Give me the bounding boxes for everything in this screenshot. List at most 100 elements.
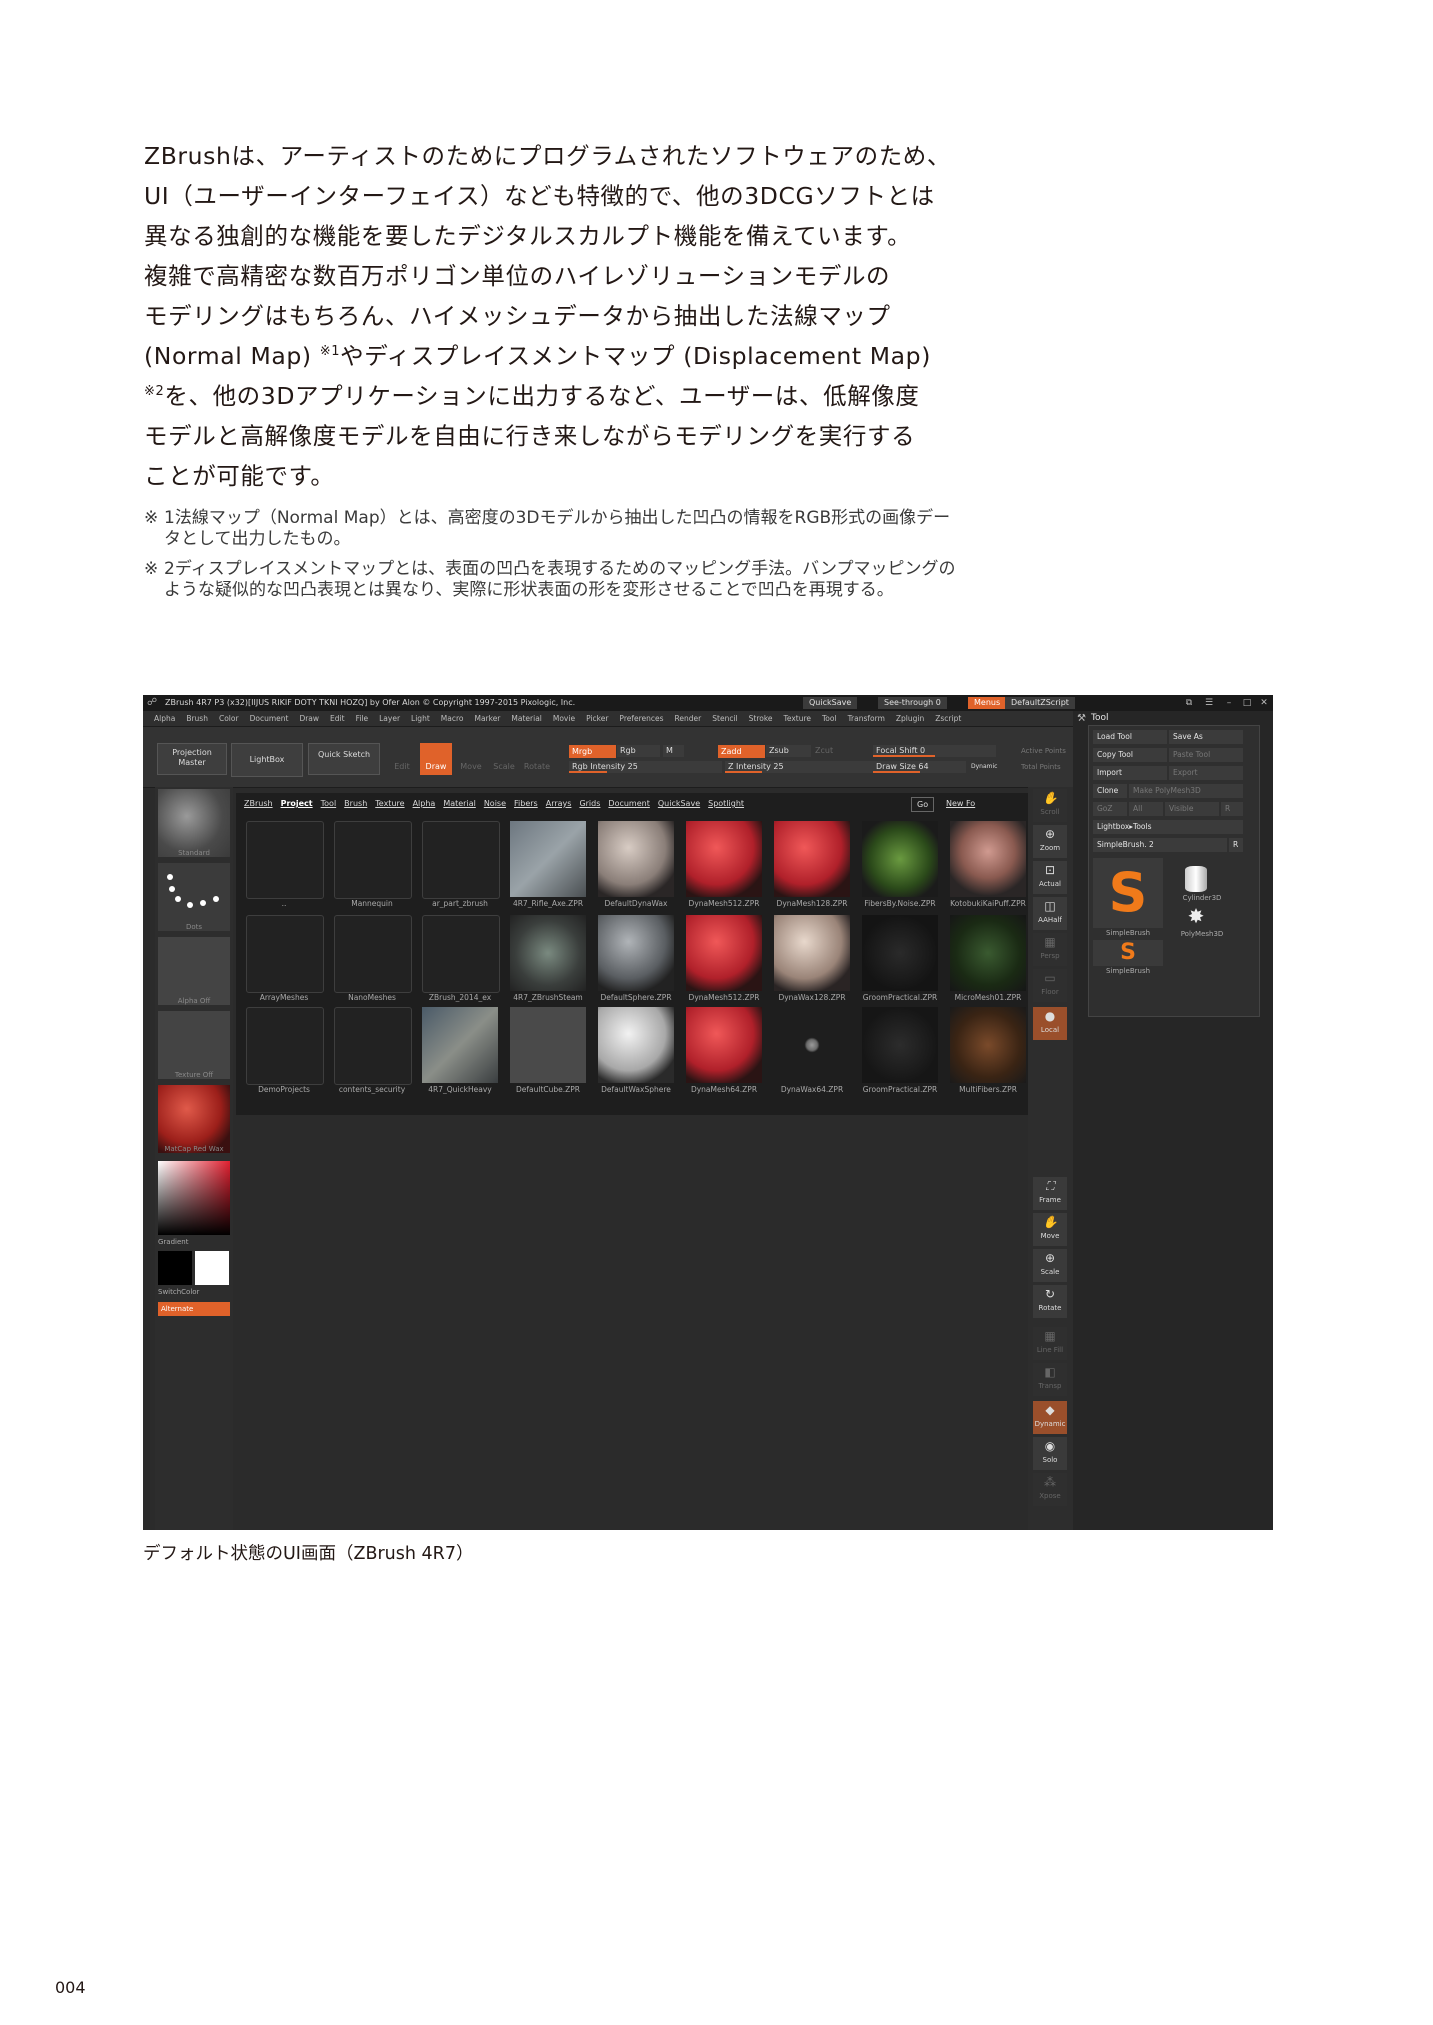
menu-item[interactable]: Stencil [712, 711, 737, 726]
folder-tile[interactable] [334, 821, 412, 899]
zcut-button[interactable]: Zcut [812, 745, 845, 757]
menu-item[interactable]: Macro [441, 711, 464, 726]
tab-brush[interactable]: Brush [344, 793, 367, 815]
project-thumbnail[interactable] [950, 821, 1026, 897]
folder-tile[interactable] [422, 821, 500, 899]
edit-button[interactable]: Edit [387, 743, 417, 775]
folder-tile[interactable] [246, 915, 324, 993]
project-thumbnail[interactable] [774, 1007, 850, 1083]
focal-shift-slider[interactable]: Focal Shift 0 [873, 745, 996, 757]
project-thumbnail[interactable] [510, 1007, 586, 1083]
new-folder-button[interactable]: New Fo [941, 797, 980, 810]
tab-quicksave[interactable]: QuickSave [658, 793, 700, 815]
rotate-view-button[interactable]: ↻ Rotate [1033, 1285, 1067, 1318]
project-thumbnail[interactable] [686, 1007, 762, 1083]
persp-button[interactable]: ▦ Persp [1033, 933, 1067, 966]
m-button[interactable]: M [663, 745, 684, 757]
move-button[interactable]: Move [456, 743, 486, 775]
maximize-icon[interactable]: □ [1241, 697, 1253, 709]
folder-tile[interactable] [334, 915, 412, 993]
solo-button[interactable]: ◉ Solo [1033, 1437, 1067, 1470]
menu-item[interactable]: Material [511, 711, 541, 726]
z-intensity-slider[interactable]: Z Intensity 25 [725, 761, 873, 773]
layout-icon[interactable]: ⧉ [1183, 697, 1195, 709]
color-picker[interactable] [158, 1161, 230, 1235]
transp-button[interactable]: ◧ Transp [1033, 1363, 1067, 1396]
project-thumbnail[interactable] [950, 1007, 1026, 1083]
project-thumbnail[interactable] [686, 821, 762, 897]
secondary-color-swatch[interactable] [195, 1251, 229, 1285]
scale-view-button[interactable]: ⊕ Scale [1033, 1249, 1067, 1282]
tab-alpha[interactable]: Alpha [413, 793, 436, 815]
menu-item[interactable]: Alpha [154, 711, 175, 726]
menu-item[interactable]: Render [675, 711, 702, 726]
simplebrush-small-icon[interactable]: S [1093, 940, 1163, 966]
menu-item[interactable]: Picker [586, 711, 608, 726]
menu-item[interactable]: Transform [848, 711, 885, 726]
menu-item[interactable]: Marker [474, 711, 500, 726]
folder-tile[interactable] [246, 1007, 324, 1085]
goz-button[interactable]: GoZ [1093, 802, 1127, 816]
tab-document[interactable]: Document [608, 793, 649, 815]
zsub-button[interactable]: Zsub [766, 745, 811, 757]
simplebrush-thumbnail-icon[interactable]: S [1093, 858, 1163, 928]
menus-button[interactable]: Menus [968, 697, 1007, 709]
rgb-button[interactable]: Rgb [617, 745, 660, 757]
export-button[interactable]: Export [1169, 766, 1243, 780]
see-through-slider[interactable]: See-through 0 [878, 697, 947, 709]
project-thumbnail[interactable] [862, 915, 938, 991]
dynamic-button[interactable]: Dynamic [968, 761, 1009, 773]
tab-project[interactable]: Project [281, 793, 313, 815]
xpose-button[interactable]: ⁂ Xpose [1033, 1473, 1067, 1506]
default-zscript-button[interactable]: DefaultZScript [1005, 697, 1075, 709]
tab-spotlight[interactable]: Spotlight [708, 793, 744, 815]
copy-tool-button[interactable]: Copy Tool [1093, 748, 1167, 762]
floor-button[interactable]: ▭ Floor [1033, 969, 1067, 1002]
zoom-button[interactable]: ⊕ Zoom [1033, 825, 1067, 858]
rgb-intensity-slider[interactable]: Rgb Intensity 25 [569, 761, 722, 773]
brush-thumbnail[interactable] [158, 789, 230, 857]
document-canvas[interactable] [236, 1115, 1026, 1527]
aahalf-button[interactable]: ◫ AAHalf [1033, 897, 1067, 930]
scroll-button[interactable]: ✋ Scroll [1033, 789, 1067, 822]
project-thumbnail[interactable] [686, 915, 762, 991]
frame-button[interactable]: ⛶ Frame [1033, 1177, 1067, 1210]
project-thumbnail[interactable] [422, 1007, 498, 1083]
menu-item[interactable]: Layer [379, 711, 400, 726]
project-thumbnail[interactable] [598, 1007, 674, 1083]
switch-color-button[interactable]: SwitchColor [158, 1288, 230, 1296]
quicksave-button[interactable]: QuickSave [803, 697, 858, 709]
current-tool-slider[interactable]: SimpleBrush. 2 [1093, 838, 1227, 852]
project-thumbnail[interactable] [862, 821, 938, 897]
all-button[interactable]: All [1129, 802, 1163, 816]
r-button[interactable]: R [1221, 802, 1243, 816]
r-button-2[interactable]: R [1229, 838, 1243, 852]
menu-item[interactable]: Document [250, 711, 289, 726]
visible-button[interactable]: Visible [1165, 802, 1219, 816]
menu-item[interactable]: Stroke [749, 711, 773, 726]
texture-thumbnail[interactable] [158, 1011, 230, 1079]
menu-item[interactable]: Zscript [935, 711, 961, 726]
menu-item[interactable]: File [356, 711, 369, 726]
import-button[interactable]: Import [1093, 766, 1167, 780]
tab-material[interactable]: Material [443, 793, 476, 815]
alternate-button[interactable]: Alternate [158, 1302, 230, 1316]
minimize-icon[interactable]: – [1223, 697, 1235, 709]
folder-tile[interactable] [334, 1007, 412, 1085]
tab-zbrush[interactable]: ZBrush [244, 793, 273, 815]
dynamic-view-button[interactable]: ◆ Dynamic [1033, 1401, 1067, 1434]
menu-item[interactable]: Preferences [619, 711, 663, 726]
line-fill-button[interactable]: ▦ Line Fill [1033, 1327, 1067, 1360]
folder-tile[interactable] [246, 821, 324, 899]
project-thumbnail[interactable] [510, 915, 586, 991]
clone-button[interactable]: Clone [1093, 784, 1127, 798]
menu-item[interactable]: Edit [330, 711, 345, 726]
main-color-swatch[interactable] [158, 1251, 192, 1285]
project-thumbnail[interactable] [950, 915, 1026, 991]
menu-icon[interactable]: ☰ [1203, 697, 1215, 709]
project-thumbnail[interactable] [510, 821, 586, 897]
menu-item[interactable]: Brush [186, 711, 208, 726]
project-thumbnail[interactable] [598, 915, 674, 991]
go-button[interactable]: Go [911, 797, 935, 812]
project-thumbnail[interactable] [774, 821, 850, 897]
